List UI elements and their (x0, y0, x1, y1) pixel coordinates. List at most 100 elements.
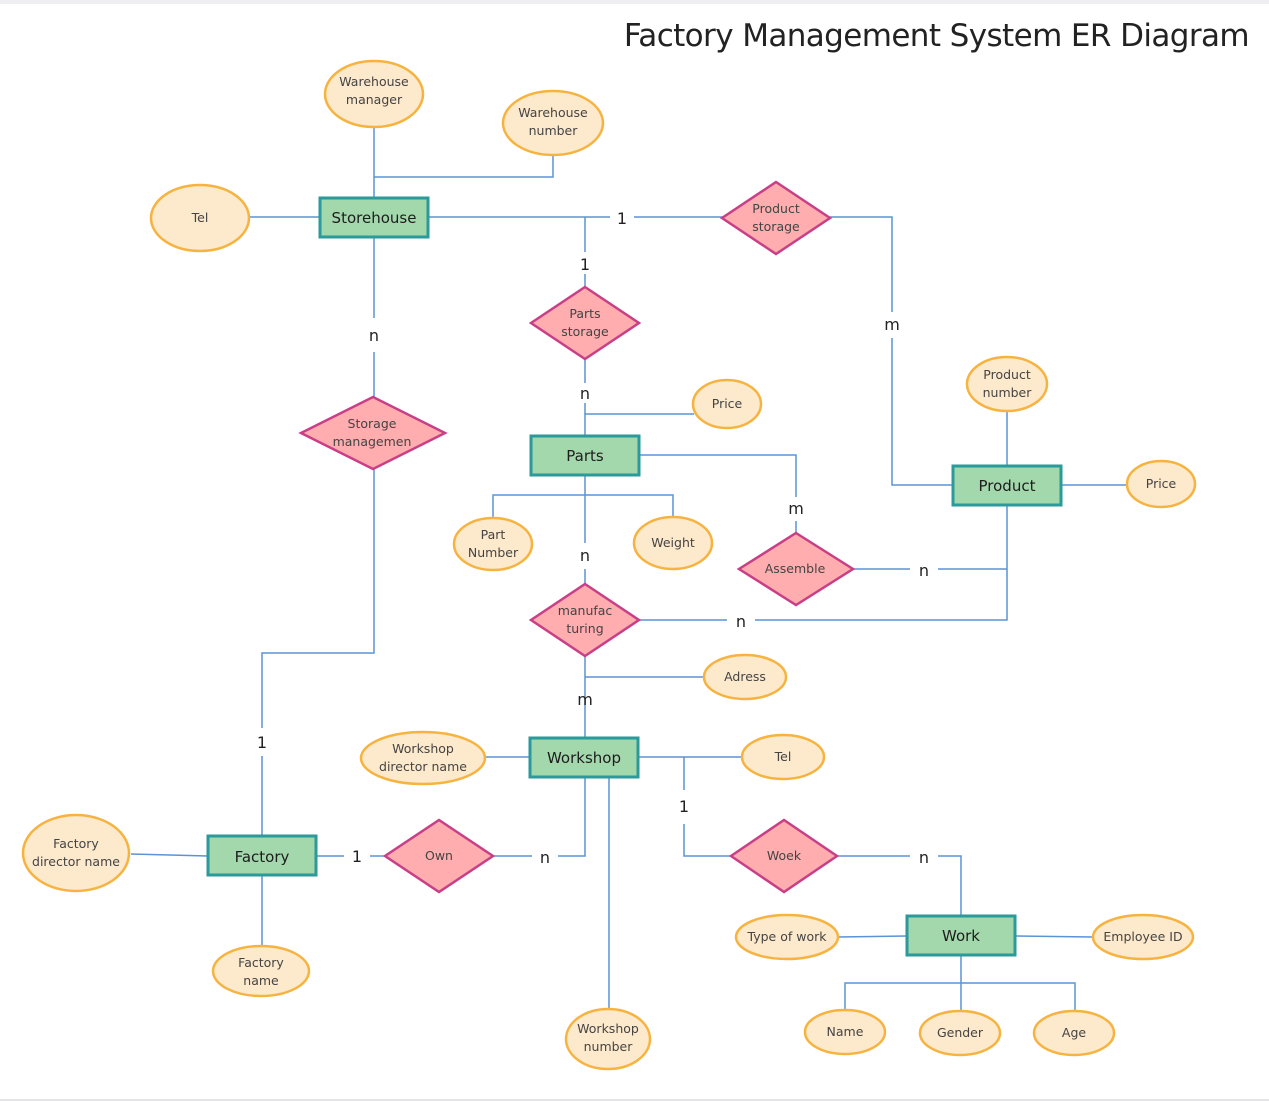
edge-work-name-gender-age (844, 982, 1076, 1012)
svg-text:Tel: Tel (774, 749, 792, 764)
attribute-warehouse-number[interactable]: Warehouse number (501, 89, 605, 157)
svg-text:Workshop: Workshop (577, 1021, 639, 1036)
attribute-product-number[interactable]: Product number (965, 355, 1049, 413)
svg-text:manager: manager (346, 92, 403, 107)
attribute-age[interactable]: Age (1032, 1009, 1116, 1057)
svg-text:Adress: Adress (724, 669, 766, 684)
svg-text:name: name (243, 973, 279, 988)
svg-text:Woek: Woek (767, 848, 802, 863)
edge-own-workshop (493, 777, 586, 857)
attribute-adress[interactable]: Adress (702, 653, 788, 701)
svg-text:Warehouse: Warehouse (518, 105, 588, 120)
svg-text:number: number (584, 1039, 634, 1054)
svg-text:number: number (529, 123, 579, 138)
svg-text:Product: Product (979, 477, 1036, 495)
cardinality-woek-work: n (919, 848, 929, 867)
svg-text:Own: Own (425, 848, 453, 863)
cardinality-manufacturing-workshop: m (577, 690, 593, 709)
edge-type-of-work (837, 935, 908, 938)
relationship-storage-management[interactable]: Storage managemen (298, 395, 448, 471)
entity-storehouse[interactable]: Storehouse (318, 196, 430, 239)
attribute-parts-price[interactable]: Price (691, 378, 763, 430)
svg-text:storage: storage (752, 219, 800, 234)
svg-text:Gender: Gender (937, 1025, 984, 1040)
edge-product-storage-product (830, 216, 953, 486)
attribute-name[interactable]: Name (803, 1008, 887, 1056)
svg-text:Weight: Weight (651, 535, 695, 550)
svg-text:turing: turing (566, 621, 603, 636)
svg-text:Workshop: Workshop (547, 749, 621, 767)
entity-work[interactable]: Work (905, 914, 1017, 957)
attribute-workshop-tel[interactable]: Tel (740, 733, 826, 781)
attribute-storehouse-tel[interactable]: Tel (149, 183, 251, 253)
edge-woek-work (837, 855, 962, 916)
cardinality-factory-own: 1 (352, 847, 362, 866)
edge-employee-id (1014, 935, 1094, 938)
edge-storage-management-factory (261, 467, 375, 836)
cardinality-workshop-woek: 1 (679, 797, 689, 816)
attribute-product-price[interactable]: Price (1125, 459, 1197, 509)
attribute-type-of-work[interactable]: Type of work (734, 913, 840, 961)
svg-text:managemen: managemen (333, 434, 412, 449)
cardinality-manufacturing-product: n (736, 612, 746, 631)
svg-text:Factory: Factory (238, 955, 284, 970)
svg-text:Factory: Factory (235, 848, 290, 866)
svg-text:director name: director name (32, 854, 120, 869)
cardinality-storehouse-parts-storage: 1 (580, 255, 590, 274)
svg-text:director name: director name (379, 759, 467, 774)
svg-text:Assemble: Assemble (765, 561, 826, 576)
attribute-employee-id[interactable]: Employee ID (1091, 913, 1195, 961)
attribute-workshop-director-name[interactable]: Workshop director name (359, 730, 487, 786)
cardinality-parts-manufacturing: n (580, 546, 590, 565)
svg-text:storage: storage (561, 324, 609, 339)
attribute-part-number[interactable]: Part Number (452, 516, 534, 572)
edge-warehouse-number (374, 155, 554, 178)
svg-text:Storage: Storage (348, 416, 397, 431)
svg-text:Number: Number (468, 545, 519, 560)
svg-text:Price: Price (1146, 476, 1177, 491)
attribute-factory-director-name[interactable]: Factory director name (21, 813, 131, 893)
cardinality-parts-assemble: m (788, 499, 804, 518)
attribute-factory-name[interactable]: Factory name (211, 944, 311, 998)
edge-factory-director-name (130, 853, 209, 857)
cardinality-storehouse-product-storage: 1 (617, 209, 627, 228)
relationship-assemble[interactable]: Assemble (736, 531, 856, 607)
entity-factory[interactable]: Factory (206, 834, 318, 877)
svg-text:Parts: Parts (569, 306, 600, 321)
edge-part-number (492, 494, 674, 518)
entity-parts[interactable]: Parts (529, 434, 641, 477)
svg-text:Storehouse: Storehouse (332, 209, 417, 227)
svg-text:Age: Age (1062, 1025, 1086, 1040)
cardinality-own-workshop: n (540, 848, 550, 867)
relationship-own[interactable]: Own (382, 818, 496, 894)
entity-workshop[interactable]: Workshop (528, 736, 640, 779)
svg-text:manufac: manufac (558, 603, 613, 618)
svg-text:Tel: Tel (191, 210, 209, 225)
cardinality-storehouse-storage-management: n (369, 326, 379, 345)
relationship-parts-storage[interactable]: Parts storage (528, 285, 642, 361)
cardinality-assemble-product: n (919, 561, 929, 580)
cardinality-storage-management-factory: 1 (257, 733, 267, 752)
attribute-gender[interactable]: Gender (918, 1009, 1002, 1057)
relationship-woek[interactable]: Woek (728, 818, 840, 894)
svg-text:Work: Work (942, 927, 980, 945)
attribute-warehouse-manager[interactable]: Warehouse manager (323, 59, 425, 129)
relationship-manufacturing[interactable]: manufac turing (528, 582, 642, 658)
svg-text:number: number (983, 385, 1033, 400)
svg-text:Price: Price (712, 396, 743, 411)
svg-text:Product: Product (752, 201, 800, 216)
svg-text:Type of work: Type of work (747, 929, 828, 944)
attribute-workshop-number[interactable]: Workshop number (564, 1007, 652, 1071)
entity-product[interactable]: Product (951, 464, 1063, 507)
svg-text:Employee ID: Employee ID (1103, 929, 1182, 944)
svg-text:Name: Name (827, 1024, 864, 1039)
cardinality-parts-storage-parts: n (580, 384, 590, 403)
svg-text:Warehouse: Warehouse (339, 74, 409, 89)
relationship-product-storage[interactable]: Product storage (719, 180, 833, 256)
svg-text:Workshop: Workshop (392, 741, 454, 756)
svg-text:Part: Part (481, 527, 506, 542)
svg-text:Parts: Parts (566, 447, 604, 465)
connectors (130, 127, 1128, 1012)
attribute-weight[interactable]: Weight (632, 515, 714, 571)
svg-text:Factory: Factory (53, 836, 99, 851)
